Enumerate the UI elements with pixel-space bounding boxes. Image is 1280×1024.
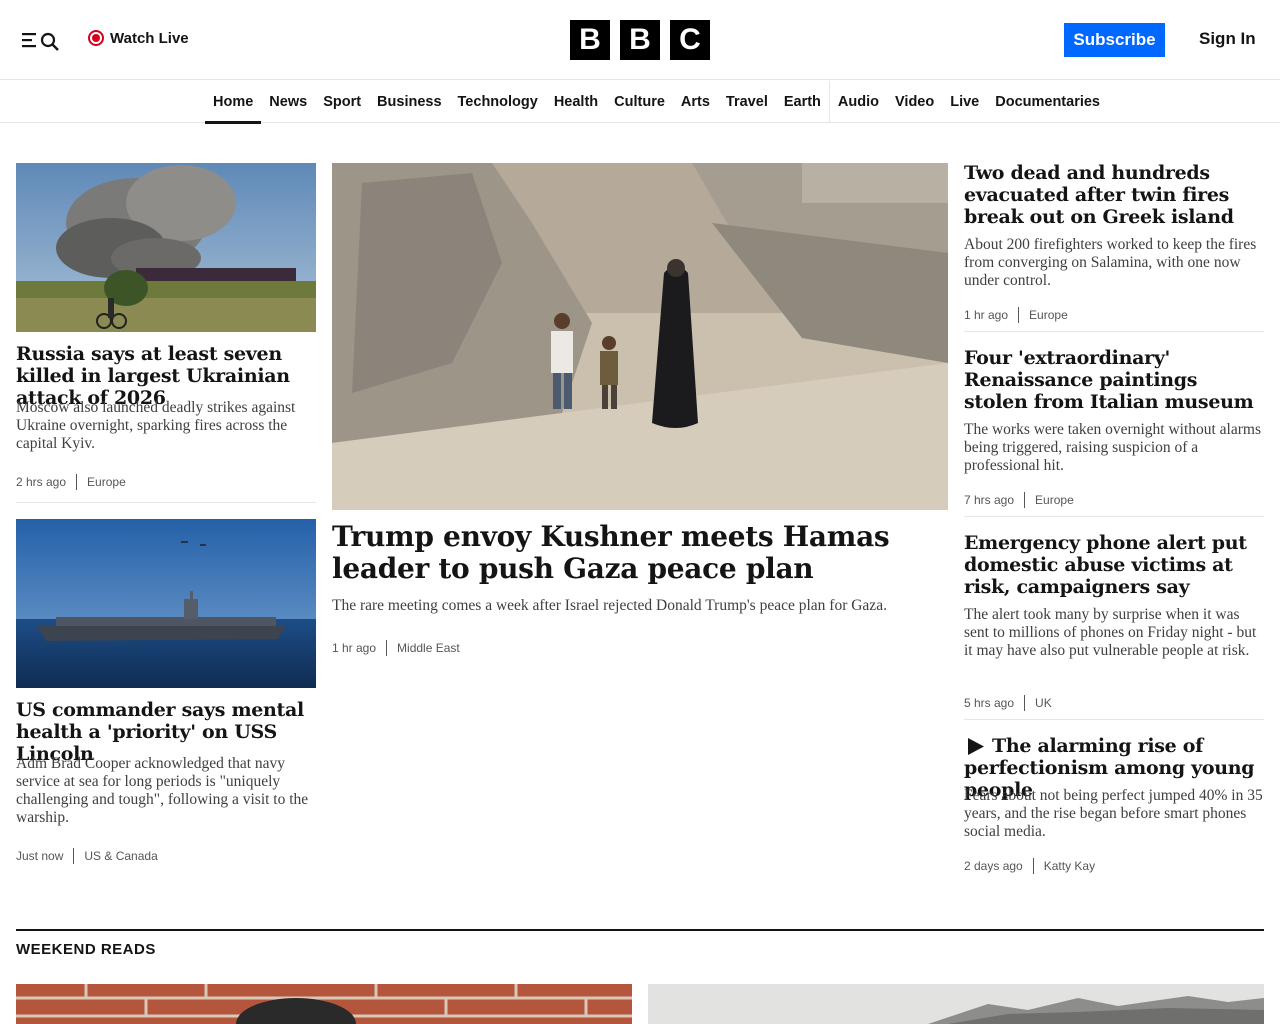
nav-item-technology[interactable]: Technology — [450, 81, 546, 123]
nav-item-business[interactable]: Business — [369, 81, 449, 123]
meta-divider — [76, 474, 78, 490]
story-summary: Adm Brad Cooper acknowledged that navy s… — [16, 755, 309, 826]
nav-item-culture[interactable]: Culture — [606, 81, 673, 123]
story-tag[interactable]: Europe — [1029, 308, 1068, 322]
meta-divider — [386, 640, 388, 656]
top-header: Watch Live B B C Subscribe Sign In — [0, 0, 1280, 80]
story-summary: Moscow also launched deadly strikes agai… — [16, 399, 296, 452]
story-headline[interactable]: Two dead and hundreds evacuated after tw… — [964, 162, 1264, 228]
story-divider — [964, 719, 1264, 720]
main-story-summary: The rare meeting comes a week after Isra… — [332, 597, 887, 614]
story-headline[interactable]: Emergency phone alert put domestic abuse… — [964, 532, 1264, 598]
play-icon — [968, 738, 984, 755]
bbc-logo[interactable]: B B C — [570, 20, 710, 60]
story-meta: 5 hrs ago UK — [964, 695, 1052, 711]
nav-item-health[interactable]: Health — [546, 81, 606, 123]
story-time: 1 hr ago — [332, 641, 377, 655]
story-summary: The works were taken overnight without a… — [964, 421, 1261, 474]
story-divider — [964, 516, 1264, 517]
story-image-mountains[interactable] — [648, 984, 1264, 1024]
nav-item-live[interactable]: Live — [942, 81, 987, 123]
story-summary: About 200 firefighters worked to keep th… — [964, 236, 1257, 289]
story-image-aircraft-carrier[interactable] — [16, 519, 316, 688]
story-meta: 7 hrs ago Europe — [964, 492, 1074, 508]
story-tag[interactable]: Europe — [87, 475, 126, 489]
story-tag[interactable]: US & Canada — [84, 849, 157, 863]
menu-search-button[interactable] — [20, 28, 64, 52]
story-meta: 2 hrs ago Europe — [16, 474, 126, 490]
story-summary: Fears about not being perfect jumped 40%… — [964, 787, 1263, 840]
live-icon — [88, 30, 104, 46]
search-icon — [40, 32, 59, 51]
logo-letter: B — [570, 20, 610, 60]
meta-divider — [1024, 492, 1026, 508]
story-image-brick-wall[interactable] — [16, 984, 632, 1024]
logo-letter: C — [670, 20, 710, 60]
story-divider — [16, 502, 316, 503]
section-divider — [16, 929, 1264, 931]
logo-letter: B — [620, 20, 660, 60]
nav-item-documentaries[interactable]: Documentaries — [987, 81, 1108, 123]
nav-item-audio[interactable]: Audio — [830, 81, 887, 123]
section-title-weekend-reads[interactable]: WEEKEND READS — [16, 941, 156, 958]
main-story-headline[interactable]: Trump envoy Kushner meets Hamas leader t… — [332, 521, 948, 585]
story-time: 2 days ago — [964, 859, 1023, 873]
meta-divider — [1032, 858, 1034, 874]
meta-divider — [73, 848, 75, 864]
story-meta: 1 hr ago Middle East — [332, 640, 460, 656]
watch-live-label: Watch Live — [110, 29, 189, 47]
nav-item-video[interactable]: Video — [887, 81, 942, 123]
main-nav: Home News Sport Business Technology Heal… — [0, 81, 1280, 124]
story-tag[interactable]: Europe — [1035, 493, 1074, 507]
nav-item-news[interactable]: News — [261, 81, 315, 123]
story-time: 1 hr ago — [964, 308, 1009, 322]
menu-icon — [22, 32, 59, 51]
nav-item-arts[interactable]: Arts — [673, 81, 718, 123]
story-divider — [964, 331, 1264, 332]
story-summary: The alert took many by surprise when it … — [964, 606, 1257, 659]
story-meta: 1 hr ago Europe — [964, 307, 1068, 323]
sign-in-link[interactable]: Sign In — [1199, 29, 1256, 49]
story-time: 2 hrs ago — [16, 475, 67, 489]
main-story-image-gaza-rubble[interactable] — [332, 163, 948, 510]
story-time: Just now — [16, 849, 64, 863]
story-tag[interactable]: Middle East — [397, 641, 460, 655]
story-time: 7 hrs ago — [964, 493, 1015, 507]
story-headline[interactable]: Four 'extraordinary' Renaissance paintin… — [964, 347, 1264, 413]
story-tag[interactable]: UK — [1035, 696, 1052, 710]
watch-live-link[interactable]: Watch Live — [88, 28, 189, 48]
story-meta: 2 days ago Katty Kay — [964, 858, 1095, 874]
nav-item-earth[interactable]: Earth — [776, 81, 829, 123]
story-meta: Just now US & Canada — [16, 848, 158, 864]
meta-divider — [1018, 307, 1020, 323]
nav-item-home[interactable]: Home — [205, 81, 262, 124]
nav-item-sport[interactable]: Sport — [315, 81, 369, 123]
story-time: 5 hrs ago — [964, 696, 1015, 710]
subscribe-button[interactable]: Subscribe — [1064, 23, 1165, 57]
story-image-explosion-smoke[interactable] — [16, 163, 316, 332]
meta-divider — [1024, 695, 1026, 711]
nav-item-travel[interactable]: Travel — [718, 81, 776, 123]
story-tag[interactable]: Katty Kay — [1044, 859, 1095, 873]
